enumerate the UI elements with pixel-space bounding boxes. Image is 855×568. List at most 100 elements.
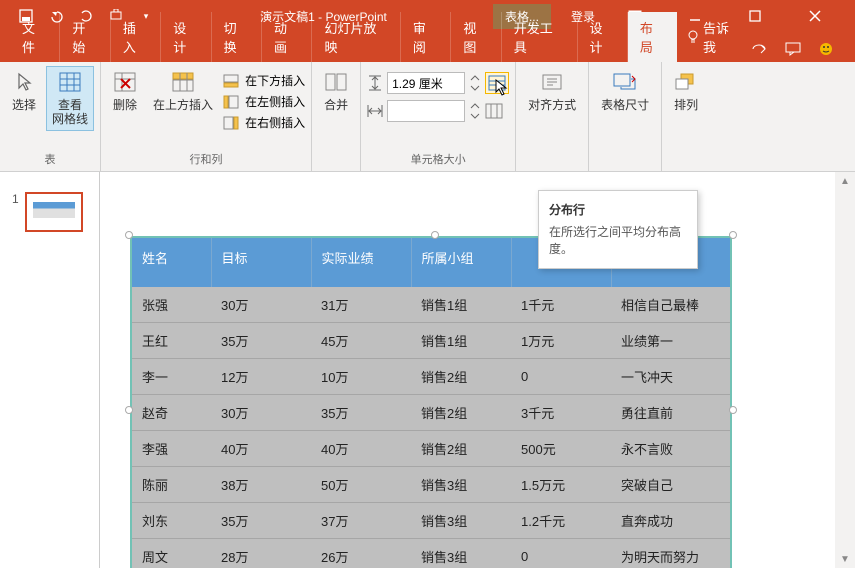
alignment-button[interactable]: 对齐方式: [522, 66, 582, 116]
insert-above-button[interactable]: 在上方插入: [147, 66, 219, 116]
table-size-button[interactable]: 表格尺寸: [595, 66, 655, 116]
table-cell[interactable]: 永不言败: [611, 431, 731, 467]
table-cell[interactable]: 李强: [131, 431, 211, 467]
row-height-spinner[interactable]: 1.29 厘米: [367, 72, 509, 94]
tab-transition[interactable]: 切换: [212, 12, 262, 62]
table-cell[interactable]: 李一: [131, 359, 211, 395]
table-row[interactable]: 张强30万31万销售1组1千元相信自己最棒: [131, 287, 731, 323]
tab-design[interactable]: 设计: [161, 12, 211, 62]
table-cell[interactable]: 37万: [311, 503, 411, 539]
table-header[interactable]: 姓名: [131, 237, 211, 287]
view-gridlines-button[interactable]: 查看 网格线: [46, 66, 94, 131]
table-cell[interactable]: 0: [511, 359, 611, 395]
table-row[interactable]: 周文28万26万销售3组0为明天而努力: [131, 539, 731, 568]
table-row[interactable]: 李一12万10万销售2组0一飞冲天: [131, 359, 731, 395]
table-cell[interactable]: 40万: [311, 431, 411, 467]
table-cell[interactable]: 销售2组: [411, 359, 511, 395]
tab-slideshow[interactable]: 幻灯片放映: [312, 12, 400, 62]
table-cell[interactable]: 周文: [131, 539, 211, 568]
table-cell[interactable]: 31万: [311, 287, 411, 323]
insert-right-button[interactable]: 在右侧插入: [223, 114, 305, 131]
smiley-feedback-icon[interactable]: [819, 42, 833, 56]
tab-table-layout[interactable]: 布局: [628, 12, 677, 62]
table-cell[interactable]: 突破自己: [611, 467, 731, 503]
insert-below-button[interactable]: 在下方插入: [223, 72, 305, 89]
resize-handle[interactable]: [431, 231, 439, 239]
table-cell[interactable]: 赵奇: [131, 395, 211, 431]
table-cell[interactable]: 30万: [211, 287, 311, 323]
resize-handle[interactable]: [729, 231, 737, 239]
table-cell[interactable]: 陈丽: [131, 467, 211, 503]
table-cell[interactable]: 销售2组: [411, 431, 511, 467]
tab-developer[interactable]: 开发工具: [502, 12, 578, 62]
table-cell[interactable]: 45万: [311, 323, 411, 359]
tab-table-design[interactable]: 设计: [578, 12, 628, 62]
spinner-arrows-icon[interactable]: [469, 100, 481, 122]
share-icon[interactable]: [751, 42, 767, 56]
table-cell[interactable]: 0: [511, 539, 611, 568]
table-cell[interactable]: 30万: [211, 395, 311, 431]
table-cell[interactable]: 1千元: [511, 287, 611, 323]
table-cell[interactable]: 50万: [311, 467, 411, 503]
table-cell[interactable]: 一飞冲天: [611, 359, 731, 395]
table-cell[interactable]: 勇往直前: [611, 395, 731, 431]
table-cell[interactable]: 12万: [211, 359, 311, 395]
scroll-up-icon[interactable]: ▲: [835, 172, 855, 190]
table-row[interactable]: 赵奇30万35万销售2组3千元勇往直前: [131, 395, 731, 431]
table-cell[interactable]: 王红: [131, 323, 211, 359]
table-cell[interactable]: 26万: [311, 539, 411, 568]
slide-editor[interactable]: 姓名目标实际业绩所属小组张强30万31万销售1组1千元相信自己最棒王红35万45…: [100, 172, 855, 568]
table-cell[interactable]: 35万: [211, 503, 311, 539]
table-cell[interactable]: 刘东: [131, 503, 211, 539]
tab-view[interactable]: 视图: [451, 12, 501, 62]
table-cell[interactable]: 38万: [211, 467, 311, 503]
col-width-input[interactable]: [387, 100, 465, 122]
table-row[interactable]: 刘东35万37万销售3组1.2千元直奔成功: [131, 503, 731, 539]
distribute-rows-button[interactable]: [485, 72, 509, 94]
tell-me-search[interactable]: 告诉我: [677, 12, 751, 62]
table-cell[interactable]: 销售2组: [411, 395, 511, 431]
resize-handle[interactable]: [729, 406, 737, 414]
tab-animation[interactable]: 动画: [262, 12, 312, 62]
table-cell[interactable]: 销售3组: [411, 467, 511, 503]
delete-button[interactable]: 删除: [107, 66, 143, 116]
table-cell[interactable]: 1.5万元: [511, 467, 611, 503]
table-header[interactable]: 目标: [211, 237, 311, 287]
row-height-input[interactable]: 1.29 厘米: [387, 72, 465, 94]
table-cell[interactable]: 销售3组: [411, 539, 511, 568]
table-cell[interactable]: 业绩第一: [611, 323, 731, 359]
tab-home[interactable]: 开始: [60, 12, 110, 62]
comments-icon[interactable]: [785, 42, 801, 56]
table-cell[interactable]: 500元: [511, 431, 611, 467]
tab-insert[interactable]: 插入: [111, 12, 161, 62]
table-header[interactable]: 所属小组: [411, 237, 511, 287]
table-cell[interactable]: 35万: [311, 395, 411, 431]
table-cell[interactable]: 销售1组: [411, 323, 511, 359]
table-header[interactable]: 实际业绩: [311, 237, 411, 287]
arrange-button[interactable]: 排列: [668, 66, 704, 116]
resize-handle[interactable]: [125, 406, 133, 414]
table-cell[interactable]: 为明天而努力: [611, 539, 731, 568]
table-cell[interactable]: 28万: [211, 539, 311, 568]
insert-left-button[interactable]: 在左侧插入: [223, 93, 305, 110]
table-cell[interactable]: 张强: [131, 287, 211, 323]
tab-review[interactable]: 审阅: [401, 12, 451, 62]
scroll-down-icon[interactable]: ▼: [835, 550, 855, 568]
table-cell[interactable]: 1.2千元: [511, 503, 611, 539]
table-cell[interactable]: 相信自己最棒: [611, 287, 731, 323]
distribute-columns-icon[interactable]: [485, 103, 503, 119]
select-button[interactable]: 选择: [6, 66, 42, 116]
table-cell[interactable]: 10万: [311, 359, 411, 395]
resize-handle[interactable]: [125, 231, 133, 239]
slide-thumbnail[interactable]: 1: [12, 192, 87, 232]
table-cell[interactable]: 3千元: [511, 395, 611, 431]
table-cell[interactable]: 销售3组: [411, 503, 511, 539]
table-cell[interactable]: 40万: [211, 431, 311, 467]
table-cell[interactable]: 销售1组: [411, 287, 511, 323]
table-selection[interactable]: 姓名目标实际业绩所属小组张强30万31万销售1组1千元相信自己最棒王红35万45…: [130, 236, 732, 568]
table-cell[interactable]: 1万元: [511, 323, 611, 359]
table-cell[interactable]: 35万: [211, 323, 311, 359]
spinner-arrows-icon[interactable]: [469, 72, 481, 94]
col-width-spinner[interactable]: [367, 100, 509, 122]
table-row[interactable]: 陈丽38万50万销售3组1.5万元突破自己: [131, 467, 731, 503]
